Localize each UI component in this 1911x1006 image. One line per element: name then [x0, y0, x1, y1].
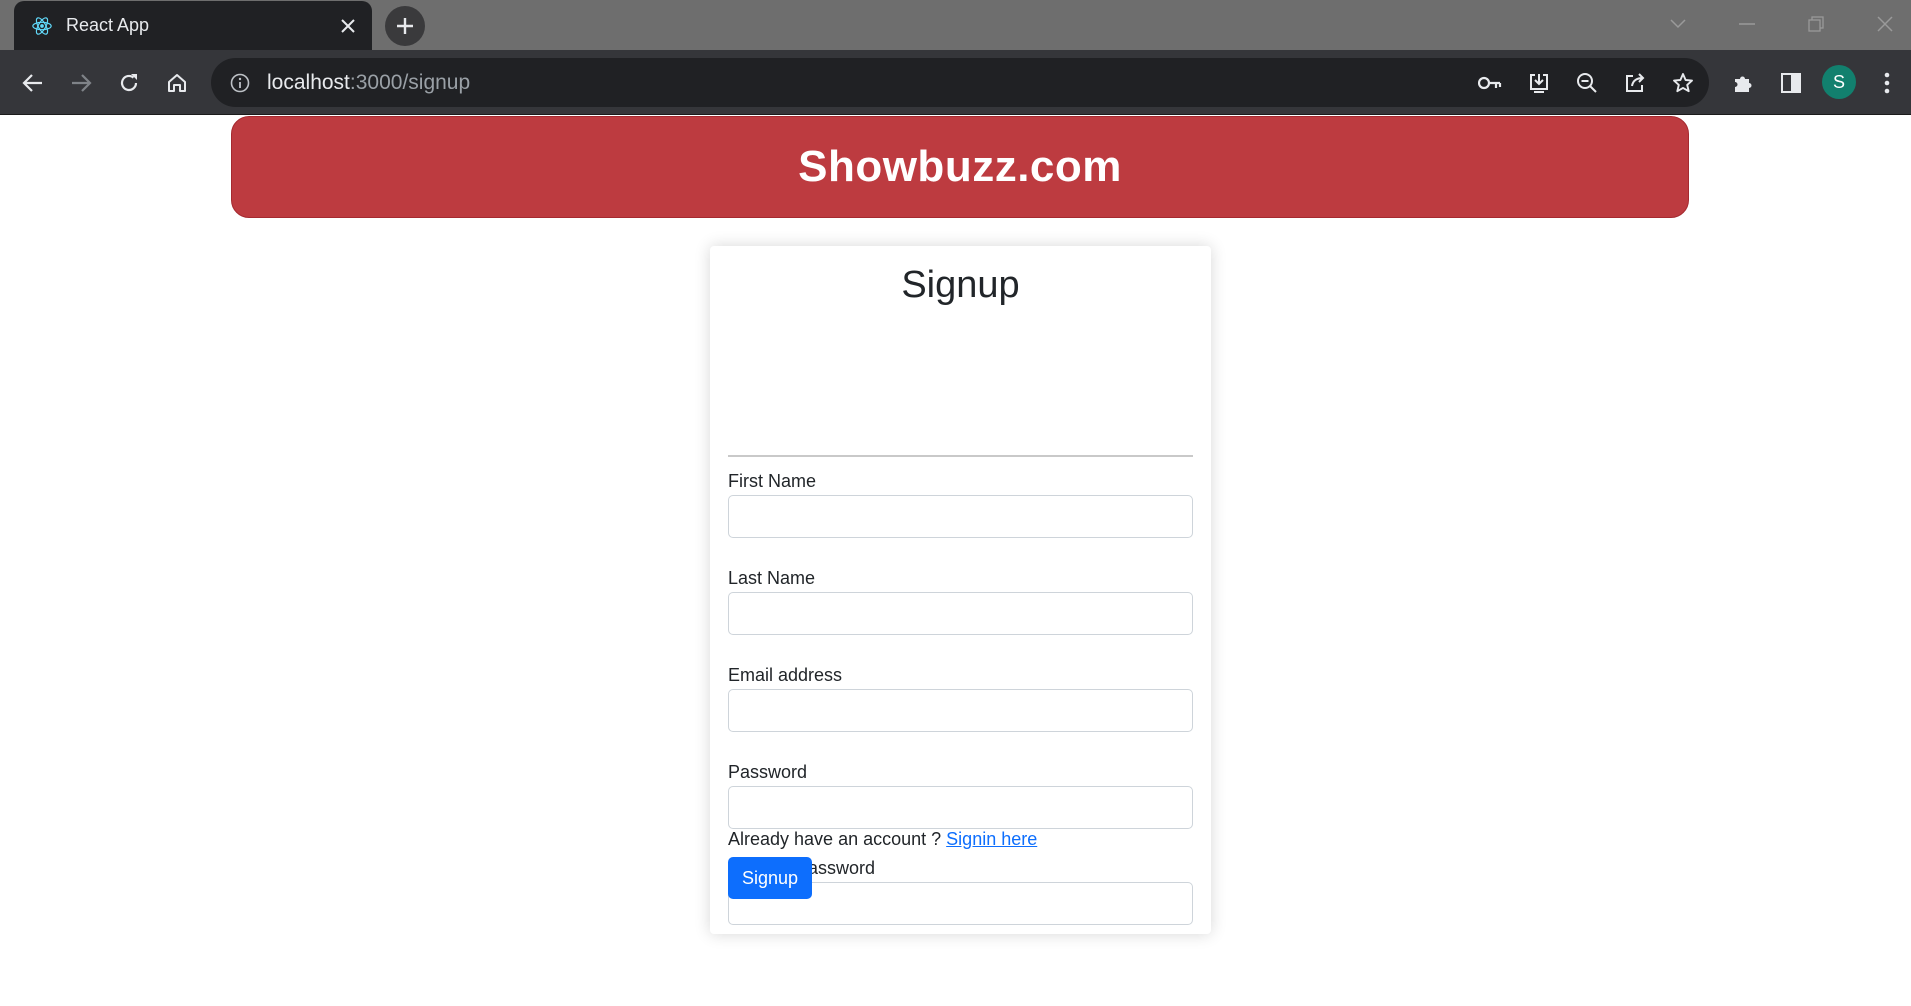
signin-link[interactable]: Signin here [946, 829, 1037, 849]
site-title: Showbuzz.com [798, 142, 1122, 191]
account-prompt-text: Already have an account ? [728, 829, 942, 849]
avatar[interactable]: S [1822, 65, 1856, 99]
heading-divider [728, 455, 1193, 457]
zoom-out-icon[interactable] [1572, 68, 1602, 98]
browser-toolbar: localhost:3000/signup S [0, 50, 1911, 115]
reload-icon[interactable] [112, 66, 146, 100]
signup-button[interactable]: Signup [728, 857, 812, 899]
address-bar[interactable]: localhost:3000/signup [211, 58, 1709, 107]
form-heading: Signup [901, 264, 1020, 306]
close-icon[interactable] [334, 12, 362, 40]
password-label: Password [728, 762, 808, 782]
arrow-right-icon[interactable] [64, 66, 98, 100]
arrow-left-icon[interactable] [16, 66, 50, 100]
restore-icon[interactable] [1802, 12, 1830, 36]
info-icon[interactable] [227, 70, 253, 96]
chevron-down-icon[interactable] [1664, 12, 1692, 36]
first-name-label: First Name [728, 471, 817, 491]
minimize-icon[interactable] [1733, 12, 1761, 36]
share-icon[interactable] [1620, 68, 1650, 98]
url-text[interactable]: localhost:3000/signup [267, 71, 470, 95]
url-host: localhost [267, 70, 350, 94]
window-close-icon[interactable] [1871, 12, 1899, 36]
home-icon[interactable] [160, 66, 194, 100]
last-name-label: Last Name [728, 568, 816, 588]
email-field[interactable] [728, 689, 1193, 732]
browser-tab[interactable]: React App [14, 1, 372, 50]
page-viewport: Showbuzz.com Signup First Name Last Name… [0, 116, 1911, 1006]
browser-tab-strip: React App [0, 0, 1911, 50]
tab-title: React App [66, 15, 150, 35]
last-name-field[interactable] [728, 592, 1193, 635]
plus-icon[interactable] [385, 6, 425, 46]
kebab-menu-icon[interactable] [1870, 66, 1904, 100]
key-icon[interactable] [1475, 68, 1505, 98]
side-panel-icon[interactable] [1774, 66, 1808, 100]
email-label: Email address [728, 665, 843, 685]
site-header-banner: Showbuzz.com [231, 116, 1689, 218]
star-icon[interactable] [1668, 68, 1698, 98]
first-name-field[interactable] [728, 495, 1193, 538]
puzzle-icon[interactable] [1726, 66, 1760, 100]
react-logo-icon [30, 14, 54, 38]
signin-prompt: Already have an account ? Signin here [728, 829, 1037, 850]
url-path: :3000/signup [349, 70, 471, 94]
password-field[interactable] [728, 786, 1193, 829]
install-icon[interactable] [1524, 68, 1554, 98]
